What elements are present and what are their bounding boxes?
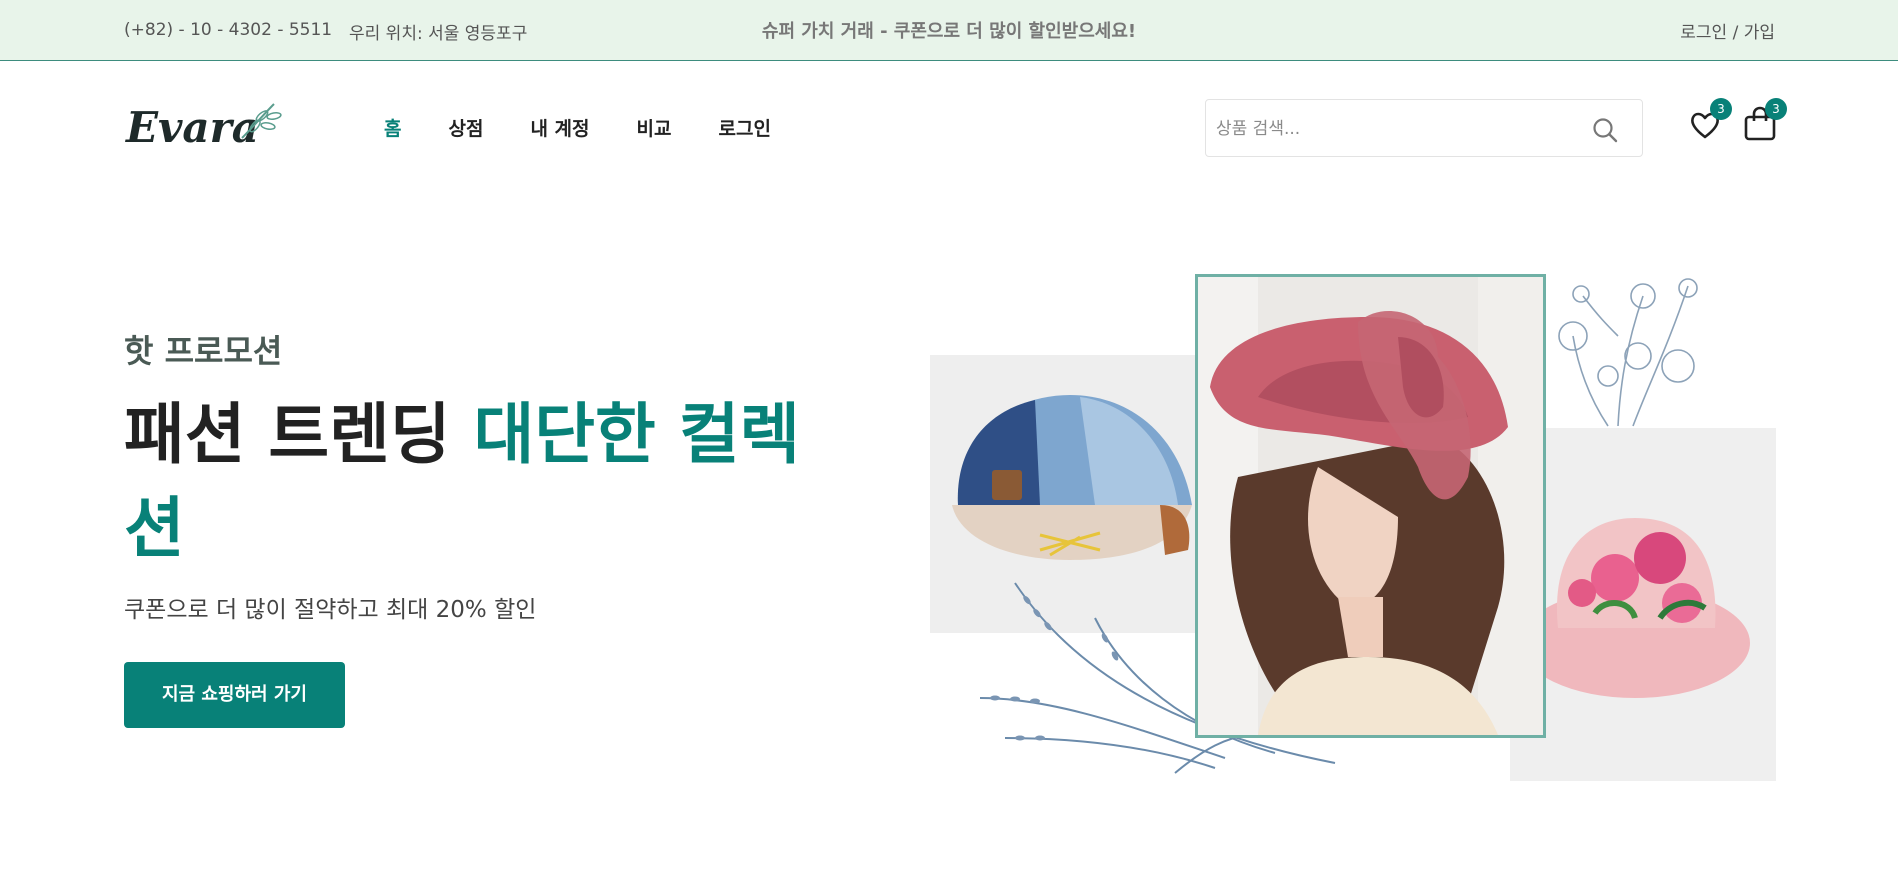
nav-item-my-account[interactable]: 내 계정 xyxy=(530,114,589,141)
wishlist-count-badge: 3 xyxy=(1710,98,1732,120)
cart-count-badge: 3 xyxy=(1765,98,1787,120)
main-nav: 홈 상점 내 계정 비교 로그인 xyxy=(384,114,818,141)
logo[interactable]: Evara xyxy=(124,96,284,156)
hero-description: 쿠폰으로 더 많이 절약하고 최대 20% 할인 xyxy=(124,597,537,623)
nav-item-shop[interactable]: 상점 xyxy=(448,114,483,141)
nav-item-compare[interactable]: 비교 xyxy=(637,114,672,141)
search-box xyxy=(1205,99,1643,157)
cart-button[interactable]: 3 xyxy=(1743,98,1787,142)
hero-subtitle: 핫 프로모션 xyxy=(124,332,283,370)
login-signup-link[interactable]: 로그인 / 가입 xyxy=(1680,18,1775,43)
flower-sketch-decoration xyxy=(1558,278,1698,427)
top-bar: (+82) - 10 - 4302 - 5511 우리 위치: 서울 영등포구 … xyxy=(0,0,1898,61)
product-panel-flower-hat xyxy=(1510,428,1776,781)
logo-mark: Evara xyxy=(125,103,282,152)
flower-hat-image xyxy=(1520,518,1750,698)
promo-banner-text: 슈퍼 가치 거래 - 쿠폰으로 더 많이 할인받으세요! xyxy=(761,21,1137,42)
search-icon[interactable] xyxy=(1590,115,1620,145)
search-input[interactable] xyxy=(1216,116,1576,142)
model-with-pink-hat-image xyxy=(1198,277,1543,735)
model-photo xyxy=(1195,274,1546,738)
nav-item-login[interactable]: 로그인 xyxy=(718,114,770,141)
wishlist-button[interactable]: 3 xyxy=(1688,98,1732,144)
hero-headline-plain: 패션 트렌딩 xyxy=(124,396,474,473)
shop-now-button[interactable]: 지금 쇼핑하러 가기 xyxy=(124,662,345,728)
nav-item-home[interactable]: 홈 xyxy=(384,114,401,141)
logo-wordmark: Evara xyxy=(125,103,259,152)
hero-headline: 패션 트렌딩 대단한 컬렉션 xyxy=(124,388,844,576)
